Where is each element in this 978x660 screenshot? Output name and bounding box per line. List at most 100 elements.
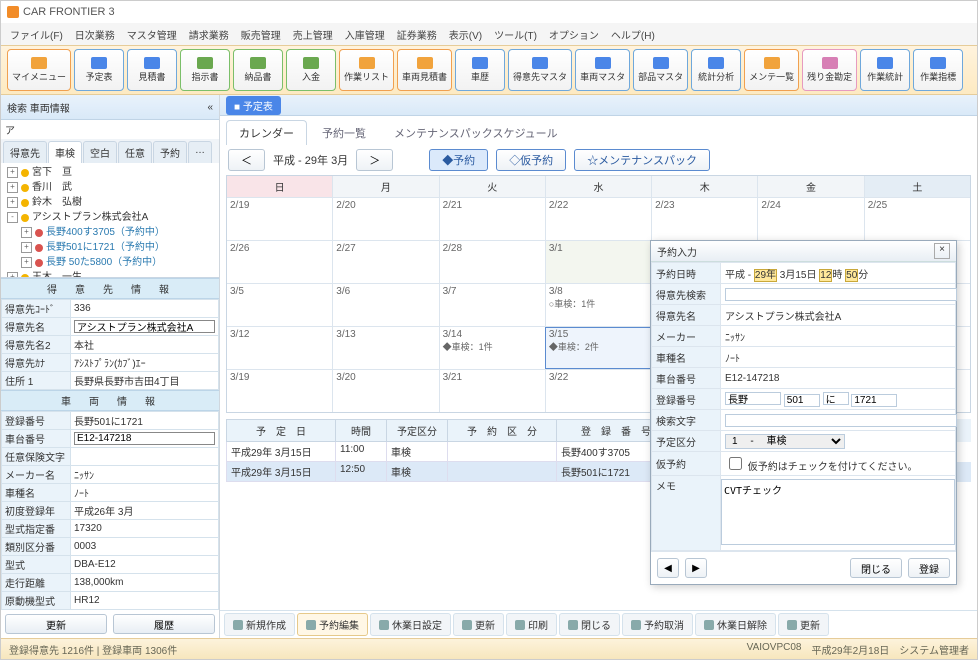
menu-item[interactable]: ヘルプ(H): [606, 25, 660, 43]
expand-icon[interactable]: +: [7, 167, 18, 178]
calendar-cell[interactable]: 2/20: [332, 198, 438, 240]
menu-item[interactable]: オプション: [544, 25, 604, 43]
menu-item[interactable]: 入庫管理: [340, 25, 390, 43]
toolbar-button[interactable]: 作業統計: [860, 49, 910, 91]
tree-customer-node[interactable]: -アシストプラン株式会社A: [5, 210, 215, 225]
bottom-action[interactable]: 閉じる: [559, 613, 620, 636]
calendar-event[interactable]: ○車検：1件: [549, 297, 648, 310]
filter-maintenance-pack[interactable]: ☆メンテナンスパック: [574, 149, 710, 171]
menu-item[interactable]: 売上管理: [288, 25, 338, 43]
calendar-cell[interactable]: 3/8○車検：1件: [545, 284, 651, 326]
toolbar-button[interactable]: 入金: [286, 49, 336, 91]
expand-icon[interactable]: +: [21, 242, 32, 253]
toolbar-button[interactable]: 見積書: [127, 49, 177, 91]
provisional-checkbox[interactable]: [729, 457, 742, 470]
memo-textarea[interactable]: CVTチェック: [721, 479, 955, 545]
pane-toggle-icon[interactable]: «: [207, 102, 213, 113]
calendar-cell[interactable]: 2/24: [757, 198, 863, 240]
dialog-close-button[interactable]: 閉じる: [850, 558, 902, 578]
bottom-action[interactable]: 予約取消: [622, 613, 693, 636]
bottom-action[interactable]: 新規作成: [224, 613, 295, 636]
menu-item[interactable]: 表示(V): [444, 25, 487, 43]
left-subtab[interactable]: 得意先: [3, 141, 47, 163]
menu-item[interactable]: ツール(T): [489, 25, 542, 43]
expand-icon[interactable]: -: [7, 212, 18, 223]
toolbar-button[interactable]: 車両見積書: [397, 49, 452, 91]
toolbar-button[interactable]: 納品書: [233, 49, 283, 91]
calendar-event[interactable]: ◆車検：2件: [549, 340, 648, 353]
calendar-cell[interactable]: 2/21: [439, 198, 545, 240]
tree-customer-node[interactable]: +玉木 一生: [5, 270, 215, 278]
calendar-cell[interactable]: 3/5: [227, 284, 332, 326]
toolbar-button[interactable]: 予定表: [74, 49, 124, 91]
toolbar-button[interactable]: メンテ一覧: [744, 49, 799, 91]
reg-num-input[interactable]: [851, 394, 897, 407]
bottom-action[interactable]: 予約編集: [297, 613, 368, 636]
filter-reservation[interactable]: ◆予約: [429, 149, 488, 171]
info-input[interactable]: [74, 432, 215, 445]
dialog-register-button[interactable]: 登録: [908, 558, 950, 578]
calendar-cell[interactable]: 2/19: [227, 198, 332, 240]
left-subtab[interactable]: 車検: [48, 141, 82, 163]
toolbar-button[interactable]: 作業指標: [913, 49, 963, 91]
tree-customer-node[interactable]: +鈴木 弘樹: [5, 195, 215, 210]
bottom-action[interactable]: 休業日設定: [370, 613, 451, 636]
reg-area-input[interactable]: [725, 392, 781, 405]
customer-tree[interactable]: +宮下 亘+香川 武+鈴木 弘樹-アシストプラン株式会社A+長野400す3705…: [1, 163, 219, 278]
toolbar-button[interactable]: 残り金勘定: [802, 49, 857, 91]
calendar-cell[interactable]: 2/22: [545, 198, 651, 240]
left-subtab[interactable]: 予約: [153, 141, 187, 163]
bottom-action[interactable]: 印刷: [506, 613, 557, 636]
calendar-cell[interactable]: 2/23: [651, 198, 757, 240]
toolbar-button[interactable]: 作業リスト: [339, 49, 394, 91]
dialog-header[interactable]: 予約入力 ×: [651, 241, 956, 262]
toolbar-button[interactable]: 車歴: [455, 49, 505, 91]
left-subtab[interactable]: 任意: [118, 141, 152, 163]
menu-item[interactable]: 販売管理: [236, 25, 286, 43]
calendar-cell[interactable]: 3/21: [439, 370, 545, 412]
bottom-action[interactable]: 更新: [778, 613, 829, 636]
calendar-event[interactable]: ◆車検：1件: [443, 340, 542, 353]
prev-month-button[interactable]: ＜: [228, 149, 265, 171]
toolbar-button[interactable]: 部品マスタ: [633, 49, 688, 91]
keyword-input[interactable]: [725, 414, 957, 427]
section-tab-schedule[interactable]: ■ 予定表: [226, 96, 281, 115]
tree-vehicle-node[interactable]: +長野501に1721（予約中）: [5, 240, 215, 255]
toolbar-button[interactable]: 車両マスタ: [575, 49, 630, 91]
tree-customer-node[interactable]: +香川 武: [5, 180, 215, 195]
calendar-cell[interactable]: 3/15◆車検：2件: [545, 327, 651, 369]
expand-icon[interactable]: +: [7, 182, 18, 193]
left-subtab[interactable]: 空白: [83, 141, 117, 163]
customer-search-input[interactable]: [725, 288, 957, 301]
menu-item[interactable]: ファイル(F): [5, 25, 68, 43]
calendar-cell[interactable]: 3/6: [332, 284, 438, 326]
dialog-prev-button[interactable]: ◀: [657, 558, 679, 578]
calendar-cell[interactable]: 3/20: [332, 370, 438, 412]
next-month-button[interactable]: ＞: [356, 149, 393, 171]
reg-class-input[interactable]: [784, 394, 820, 407]
calendar-cell[interactable]: 3/19: [227, 370, 332, 412]
reg-kana-input[interactable]: [823, 392, 849, 405]
year-spinner[interactable]: 29年: [754, 269, 777, 282]
view-tab[interactable]: カレンダー: [226, 120, 307, 145]
toolbar-button[interactable]: 指示書: [180, 49, 230, 91]
calendar-cell[interactable]: 3/22: [545, 370, 651, 412]
toolbar-button[interactable]: 得意先マスタ: [508, 49, 572, 91]
menu-item[interactable]: マスタ管理: [122, 25, 182, 43]
calendar-cell[interactable]: 3/14◆車検：1件: [439, 327, 545, 369]
dialog-next-button[interactable]: ▶: [685, 558, 707, 578]
close-icon[interactable]: ×: [934, 243, 950, 259]
tree-customer-node[interactable]: +宮下 亘: [5, 165, 215, 180]
info-input[interactable]: [74, 320, 215, 333]
calendar-cell[interactable]: 3/7: [439, 284, 545, 326]
menu-item[interactable]: 日次業務: [70, 25, 120, 43]
view-tab[interactable]: メンテナンスパックスケジュール: [381, 120, 571, 145]
minute-spinner[interactable]: 50: [845, 269, 858, 282]
tree-vehicle-node[interactable]: +長野400す3705（予約中）: [5, 225, 215, 240]
menu-item[interactable]: 証券業務: [392, 25, 442, 43]
calendar-cell[interactable]: 3/13: [332, 327, 438, 369]
tree-vehicle-node[interactable]: +長野 50た5800（予約中）: [5, 255, 215, 270]
calendar-cell[interactable]: 2/27: [332, 241, 438, 283]
calendar-cell[interactable]: 3/1: [545, 241, 651, 283]
menu-item[interactable]: 請求業務: [184, 25, 234, 43]
